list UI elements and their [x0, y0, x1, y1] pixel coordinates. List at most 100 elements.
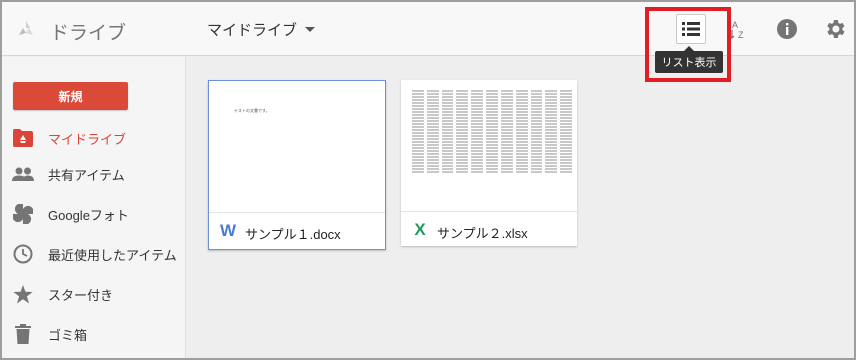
new-button[interactable]: 新規: [13, 82, 128, 110]
sheet-cell-mark: [471, 159, 484, 161]
sheet-cell-mark: [426, 159, 439, 161]
sheet-cell-mark: [530, 165, 543, 167]
sheet-cell-mark: [471, 90, 484, 92]
sheet-cell-mark: [515, 153, 528, 155]
sheet-cell-mark: [456, 168, 469, 170]
sidebar-item-my-drive[interactable]: マイドライブ: [2, 120, 186, 156]
sheet-cell-mark: [426, 150, 439, 152]
sheet-cell-mark: [545, 123, 558, 125]
sidebar-item-google-photos[interactable]: Googleフォト: [2, 196, 186, 232]
sidebar-item-starred[interactable]: スター付き: [2, 276, 186, 312]
sheet-cell-mark: [545, 114, 558, 116]
sheet-cell-mark: [500, 162, 513, 164]
sheet-cell-mark: [515, 126, 528, 128]
sheet-cell-mark: [500, 141, 513, 143]
sheet-cell-mark: [486, 111, 498, 113]
sheet-cell-mark: [545, 156, 558, 158]
sheet-cell-mark: [545, 93, 558, 95]
sheet-cell-mark: [500, 150, 513, 152]
sheet-cell-mark: [560, 90, 572, 92]
word-file-icon: W: [219, 221, 237, 240]
sheet-cell-mark: [515, 93, 528, 95]
sheet-cell-mark: [530, 162, 543, 164]
sheet-cell-mark: [426, 144, 439, 146]
sheet-cell-mark: [545, 120, 558, 122]
sheet-cell-mark: [456, 165, 469, 167]
file-card-xlsx[interactable]: X サンプル２.xlsx: [401, 80, 577, 246]
sheet-cell-mark: [486, 165, 498, 167]
sheet-cell-mark: [560, 96, 572, 98]
sheet-cell-mark: [456, 144, 469, 146]
sheet-cell-mark: [471, 141, 484, 143]
sheet-cell-mark: [412, 156, 424, 158]
sidebar-item-trash[interactable]: ゴミ箱: [2, 316, 186, 352]
sidebar-item-shared[interactable]: 共有アイテム: [2, 156, 186, 192]
file-card-docx[interactable]: テストの文書です。 W サンプル１.docx: [208, 80, 386, 250]
sheet-cell-mark: [560, 159, 572, 161]
sheet-cell-mark: [426, 135, 439, 137]
sheet-cell-mark: [560, 114, 572, 116]
sheet-cell-mark: [412, 144, 424, 146]
sheet-cell-mark: [515, 111, 528, 113]
sheet-cell-mark: [441, 153, 454, 155]
sheet-cell-mark: [500, 102, 513, 104]
sheet-cell-mark: [530, 108, 543, 110]
sheet-cell-mark: [426, 108, 439, 110]
sheet-cell-mark: [515, 159, 528, 161]
location-dropdown[interactable]: マイドライブ: [207, 19, 316, 40]
sheet-cell-mark: [486, 171, 498, 173]
sheet-cell-mark: [426, 141, 439, 143]
sheet-cell-mark: [441, 96, 454, 98]
sidebar-item-recent[interactable]: 最近使用したアイテム: [2, 236, 186, 272]
sheet-cell-mark: [426, 168, 439, 170]
sheet-cell-mark: [412, 171, 424, 173]
sheet-cell-mark: [441, 135, 454, 137]
sort-az-icon[interactable]: A Z: [730, 18, 752, 40]
sheet-cell-mark: [456, 159, 469, 161]
sheet-cell-mark: [515, 171, 528, 173]
sheet-cell-mark: [441, 102, 454, 104]
sidebar: 新規 マイドライブ 共有アイテム Googleフォト 最近使用したアイテム スタ…: [2, 57, 186, 358]
my-drive-icon: [12, 128, 34, 148]
sheet-cell-mark: [515, 120, 528, 122]
sheet-cell-mark: [456, 150, 469, 152]
sheet-cell-mark: [486, 168, 498, 170]
sheet-cell-mark: [515, 135, 528, 137]
sheet-cell-mark: [530, 117, 543, 119]
sheet-cell-mark: [560, 108, 572, 110]
sheet-cell-mark: [486, 144, 498, 146]
info-icon[interactable]: [776, 18, 798, 40]
sheet-cell-mark: [441, 156, 454, 158]
gear-icon[interactable]: [823, 17, 847, 41]
sheet-cell-mark: [530, 105, 543, 107]
svg-text:Z: Z: [738, 30, 744, 40]
sheet-cell-mark: [426, 165, 439, 167]
sheet-cell-mark: [456, 162, 469, 164]
sheet-cell-mark: [456, 123, 469, 125]
sheet-cell-mark: [486, 147, 498, 149]
sheet-cell-mark: [545, 138, 558, 140]
trash-icon: [12, 324, 34, 344]
sheet-cell-mark: [441, 123, 454, 125]
sheet-cell-mark: [545, 111, 558, 113]
sheet-cell-mark: [426, 129, 439, 131]
sheet-cell-mark: [471, 93, 484, 95]
sheet-cell-mark: [441, 165, 454, 167]
sheet-cell-mark: [560, 168, 572, 170]
sheet-cell-mark: [412, 132, 424, 134]
sheet-cell-mark: [456, 126, 469, 128]
sheet-cell-mark: [426, 132, 439, 134]
sheet-cell-mark: [412, 114, 424, 116]
sheet-cell-mark: [441, 117, 454, 119]
sheet-cell-mark: [530, 150, 543, 152]
sheet-cell-mark: [441, 99, 454, 101]
sheet-cell-mark: [560, 138, 572, 140]
sheet-cell-mark: [530, 168, 543, 170]
sheet-cell-mark: [545, 108, 558, 110]
sheet-cell-mark: [471, 153, 484, 155]
sheet-cell-mark: [456, 120, 469, 122]
sheet-cell-mark: [456, 171, 469, 173]
sheet-cell-mark: [412, 99, 424, 101]
sheet-cell-mark: [545, 159, 558, 161]
sheet-cell-mark: [456, 96, 469, 98]
